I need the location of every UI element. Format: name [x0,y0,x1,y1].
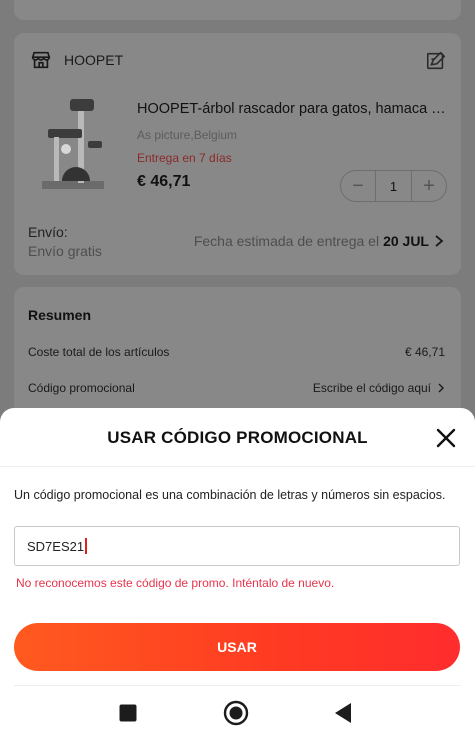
promo-code-bottom-sheet: USAR CÓDIGO PROMOCIONAL Un código promoc… [0,408,475,743]
product-delivery-time: Entrega en 7 días [137,151,232,165]
promo-code-description: Un código promocional es una combinación… [14,488,446,502]
close-icon[interactable] [435,427,457,449]
use-code-button[interactable]: USAR [14,623,460,671]
promo-code-label: Código promocional [28,381,135,395]
promo-code-input-value: SD7ES21 [27,538,85,554]
product-image[interactable] [38,95,108,195]
store-row[interactable]: HOOPET [30,49,123,71]
product-variant: As picture,Belgium [137,128,238,142]
delivery-estimate[interactable]: Fecha estimada de entrega el 20 JUL [194,233,445,249]
order-item-card: HOOPET HOOPET-árbol rascador para gatos,… [14,33,461,275]
delivery-estimate-prefix: Fecha estimada de entrega el [193,233,380,249]
summary-title: Resumen [28,307,92,323]
items-total-row: Coste total de los artículos € 46,71 [28,345,445,359]
text-cursor [85,538,88,554]
sheet-divider [0,466,475,467]
delivery-estimate-date: 20 JUL [383,233,429,249]
home-circle-icon[interactable] [221,698,251,728]
shipping-cost: Envío gratis [28,243,102,259]
product-title[interactable]: HOOPET-árbol rascador para gatos, hamaca… [137,101,447,117]
back-triangle-icon[interactable] [328,698,358,728]
store-icon [31,51,51,69]
system-navigation-bar [0,698,475,728]
items-total-value: € 46,71 [404,345,445,359]
decrease-quantity-button[interactable]: − [341,171,375,201]
promo-code-input[interactable]: SD7ES21 [14,526,460,566]
promo-code-row[interactable]: Código promocional Escribe el código aqu… [28,381,445,395]
store-name: HOOPET [64,52,124,68]
edit-icon[interactable] [425,50,447,72]
recents-square-icon[interactable] [113,698,143,728]
quantity-stepper: − 1 + [340,170,447,202]
promo-code-action-text: Escribe el código aquí [312,381,431,395]
promo-code-error: No reconocemos este código de promo. Int… [16,576,335,590]
increase-quantity-button[interactable]: + [412,171,446,201]
chevron-right-icon [438,383,444,393]
chevron-right-icon [435,235,444,247]
quantity-value: 1 [375,171,412,201]
previous-card [14,0,461,20]
items-total-label: Coste total de los artículos [28,345,170,359]
sheet-title: USAR CÓDIGO PROMOCIONAL [107,428,368,447]
product-price: € 46,71 [137,173,191,190]
promo-code-action[interactable]: Escribe el código aquí [313,381,445,395]
nav-divider [14,685,461,686]
shipping-label: Envío: [28,224,68,240]
